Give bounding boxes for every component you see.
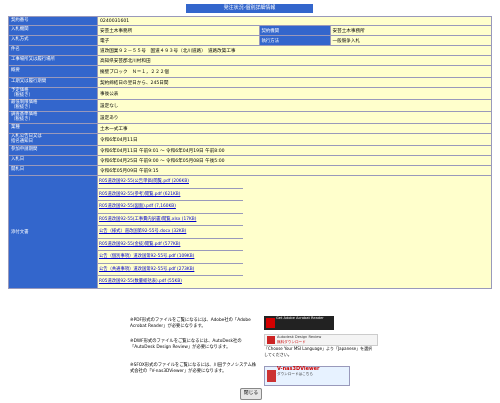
row-value: 契約締結日の翌日から、245日間 [97,77,492,88]
note-sfox: ※SFOX形式のファイルをご覧になるには、川田テクノシステム株式会社の「V-na… [130,363,257,374]
row-label-secondary: 契約機関 [258,25,331,36]
document-link[interactable]: R05道改国92-55(工事費内訳書)閲覧.xlsx (17KB) [98,214,243,226]
row-label: 最低制限価格 （税抜き） [8,99,98,112]
row-label: 入札公告日又は 指名通知日 [8,133,98,146]
document-link[interactable]: R05道改国92-55(図面).pdf (7,160KB) [98,201,243,214]
row-value: 安芸土木事務所 [97,25,260,36]
info-row: 概要 擁壁ブロック Ｎ＝１，２２２個 [8,65,492,78]
note-pdf: ※PDF形式のファイルをご覧になるには、Adobe社の「Adobe Acroba… [130,318,251,329]
document-link[interactable]: 公告（様式）道改国第92-55号.docx (32KB) [98,226,243,239]
row-label: 入札機関 [8,25,98,36]
document-link[interactable]: 公告（個別事項）道改国第92-55号.pdf (109KB) [98,251,243,264]
document-link[interactable]: R05道改国92-55(参考)閲覧.pdf (621KB) [98,189,243,201]
row-label: 工期又は履行期間 [8,77,98,88]
info-row: 調査基準価格 （税抜き） 設定あり [8,111,492,124]
detail-table: 契約番号 0240031601 入札機関 安芸土木事務所 契約機関 安芸土木事務所 入札方式… [8,16,492,289]
document-link[interactable]: R05道改国92-55(数量総括表).pdf (55KB) [98,276,243,288]
row-label: 業種 [8,123,98,134]
adr-language-note: 「Choose Your MSI Language」より「Japanese」を選… [264,346,373,357]
documents-row: 添付文書 R05道改国92-55(公告単価)閲覧.pdf (206KB) R05道改… [8,175,492,289]
row-value: 設定なし [97,99,492,112]
info-row: 入札機関 安芸土木事務所 契約機関 安芸土木事務所 [8,25,492,36]
info-row: 契約番号 0240031601 [8,16,492,26]
info-row: 入札方式 電子 執行方法 一般競争入札 [8,35,492,46]
row-label: 参加申請期間 [8,145,98,156]
vnas-download-link[interactable]: V-nas3DViewer ダウンロードはこちら [264,366,350,386]
row-value: 令和6年04月11日 [97,133,492,146]
design-review-download-link[interactable]: Autodesk Design Review 無料ダウンロード [264,334,378,346]
document-link[interactable]: R05道改国92-55(金抜)閲覧.pdf (577KB) [98,239,243,251]
row-value: 土木一式工事 [97,123,492,134]
info-row: 工期又は履行期間 契約締結日の翌日から、245日間 [8,77,492,88]
acrobat-icon [266,318,275,328]
close-button[interactable]: 閉じる [240,388,262,400]
row-value: 令和6年05月09日 午前9:15 [97,165,492,176]
row-value: 事後公表 [97,87,492,100]
autodesk-icon [267,336,275,344]
row-label: 調査基準価格 （税抜き） [8,111,98,124]
page-title: 発注状況-個別詳細情報 [186,4,313,13]
row-label-secondary: 執行方法 [258,35,331,46]
acrobat-download-link[interactable]: Get Adobe Acrobat Reader [264,316,334,330]
info-row: 業種 土木一式工事 [8,123,492,134]
row-value: 道改国業９２－５５号 国道４９３号（北川道路） 道路改築工事 [97,45,492,56]
row-value: 令和6年04月25日 午前9:00 〜 令和6年05月08日 午後5:00 [97,155,492,166]
document-link[interactable]: R05道改国92-55(公告単価)閲覧.pdf (206KB) [98,176,243,189]
note-dwf: ※DWF形式のファイルをご覧になるには、AutoDesk社の「AutoDesk … [130,339,242,350]
info-row: 開札日 令和6年05月09日 午前9:15 [8,165,492,176]
row-label: 概要 [8,65,98,78]
row-label: 契約番号 [8,16,98,26]
row-value-secondary: 一般競争入札 [329,35,492,46]
row-value: 擁壁ブロック Ｎ＝１，２２２個 [97,65,492,78]
info-row: 入札日 令和6年04月25日 午前9:00 〜 令和6年05月08日 午後5:00 [8,155,492,166]
row-label: 工事場所又は履行場所 [8,55,98,66]
row-label: 開札日 [8,165,98,176]
row-value: 0240031601 [97,16,492,26]
documents-label: 添付文書 [8,175,98,289]
info-row: 予定価格 （税抜き） 事後公表 [8,87,492,100]
row-label: 件名 [8,45,98,56]
row-label: 予定価格 （税抜き） [8,87,98,100]
vnas-icon [267,370,276,382]
document-link[interactable]: 公告（共通事項）道改国第92-55号.pdf (273KB) [98,264,243,276]
row-value-secondary: 安芸土木事務所 [329,25,492,36]
row-label: 入札方式 [8,35,98,46]
info-row: 最低制限価格 （税抜き） 設定なし [8,99,492,112]
row-value: 令和6年04月11日 午前9:01 〜 令和6年04月19日 午前8:00 [97,145,492,156]
info-row: 件名 道改国業９２－５５号 国道４９３号（北川道路） 道路改築工事 [8,45,492,56]
info-row: 参加申請期間 令和6年04月11日 午前9:01 〜 令和6年04月19日 午前8… [8,145,492,156]
row-value: 高知県安芸郡北川村和田 [97,55,492,66]
row-value: 設定あり [97,111,492,124]
row-value: 電子 [97,35,260,46]
document-list: R05道改国92-55(公告単価)閲覧.pdf (206KB) R05道改国92-… [98,176,243,288]
info-row: 工事場所又は履行場所 高知県安芸郡北川村和田 [8,55,492,66]
row-label: 入札日 [8,155,98,166]
info-row: 入札公告日又は 指名通知日 令和6年04月11日 [8,133,492,146]
